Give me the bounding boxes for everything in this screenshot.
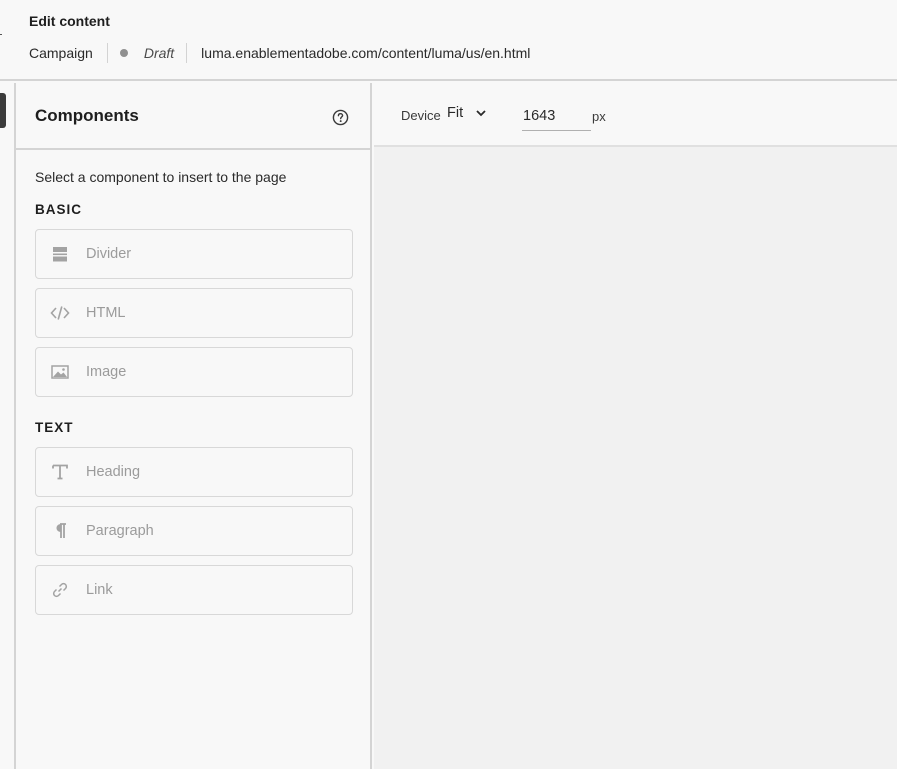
canvas-toolbar: Device Fit px xyxy=(374,83,897,147)
divider-icon xyxy=(50,244,70,264)
device-value: Fit xyxy=(447,105,464,121)
component-paragraph[interactable]: Paragraph xyxy=(35,506,353,556)
canvas-area[interactable]: Device Fit px xyxy=(374,83,897,769)
page-title: Edit content xyxy=(29,13,110,29)
component-html[interactable]: HTML xyxy=(35,288,353,338)
panel-title: Components xyxy=(35,106,139,125)
heading-icon xyxy=(50,462,70,482)
panel-body: Select a component to insert to the page… xyxy=(16,169,370,615)
left-tick xyxy=(0,34,2,35)
basic-components: Divider HTML Image xyxy=(35,229,353,397)
section-label-text: TEXT xyxy=(35,420,74,435)
header-bar: Edit content Campaign Draft luma.enablem… xyxy=(0,0,897,81)
component-heading[interactable]: Heading xyxy=(35,447,353,497)
rail-active-marker[interactable] xyxy=(0,93,6,128)
component-divider[interactable]: Divider xyxy=(35,229,353,279)
unit-label: px xyxy=(592,109,606,124)
components-panel: Components Select a component to insert … xyxy=(16,83,372,769)
code-icon xyxy=(50,303,70,323)
component-label: Heading xyxy=(86,464,141,480)
divider xyxy=(186,43,188,63)
component-label: HTML xyxy=(86,305,126,321)
divider xyxy=(106,43,108,63)
component-label: Paragraph xyxy=(86,523,154,539)
panel-header: Components xyxy=(16,83,370,150)
left-rail xyxy=(0,83,16,769)
component-label: Divider xyxy=(86,246,132,262)
component-link[interactable]: Link xyxy=(35,565,353,615)
status-badge: Draft xyxy=(143,45,175,61)
page-url: luma.enablementadobe.com/content/luma/us… xyxy=(201,45,531,61)
device-select[interactable]: Fit xyxy=(447,105,487,121)
section-label-basic: BASIC xyxy=(35,202,83,217)
panel-hint: Select a component to insert to the page xyxy=(35,169,287,185)
component-image[interactable]: Image xyxy=(35,347,353,397)
campaign-label: Campaign xyxy=(29,45,93,61)
header-meta: Campaign Draft luma.enablementadobe.com/… xyxy=(29,43,530,63)
text-components: Heading Paragraph Link xyxy=(35,447,353,615)
paragraph-icon xyxy=(50,521,70,541)
chevron-down-icon xyxy=(476,110,486,117)
width-input[interactable] xyxy=(522,105,591,131)
help-icon[interactable] xyxy=(332,109,349,126)
device-label: Device xyxy=(401,108,441,123)
component-label: Link xyxy=(86,582,113,598)
status-dot-icon xyxy=(119,49,128,57)
component-label: Image xyxy=(86,364,127,380)
link-icon xyxy=(50,580,70,600)
image-icon xyxy=(50,362,70,382)
